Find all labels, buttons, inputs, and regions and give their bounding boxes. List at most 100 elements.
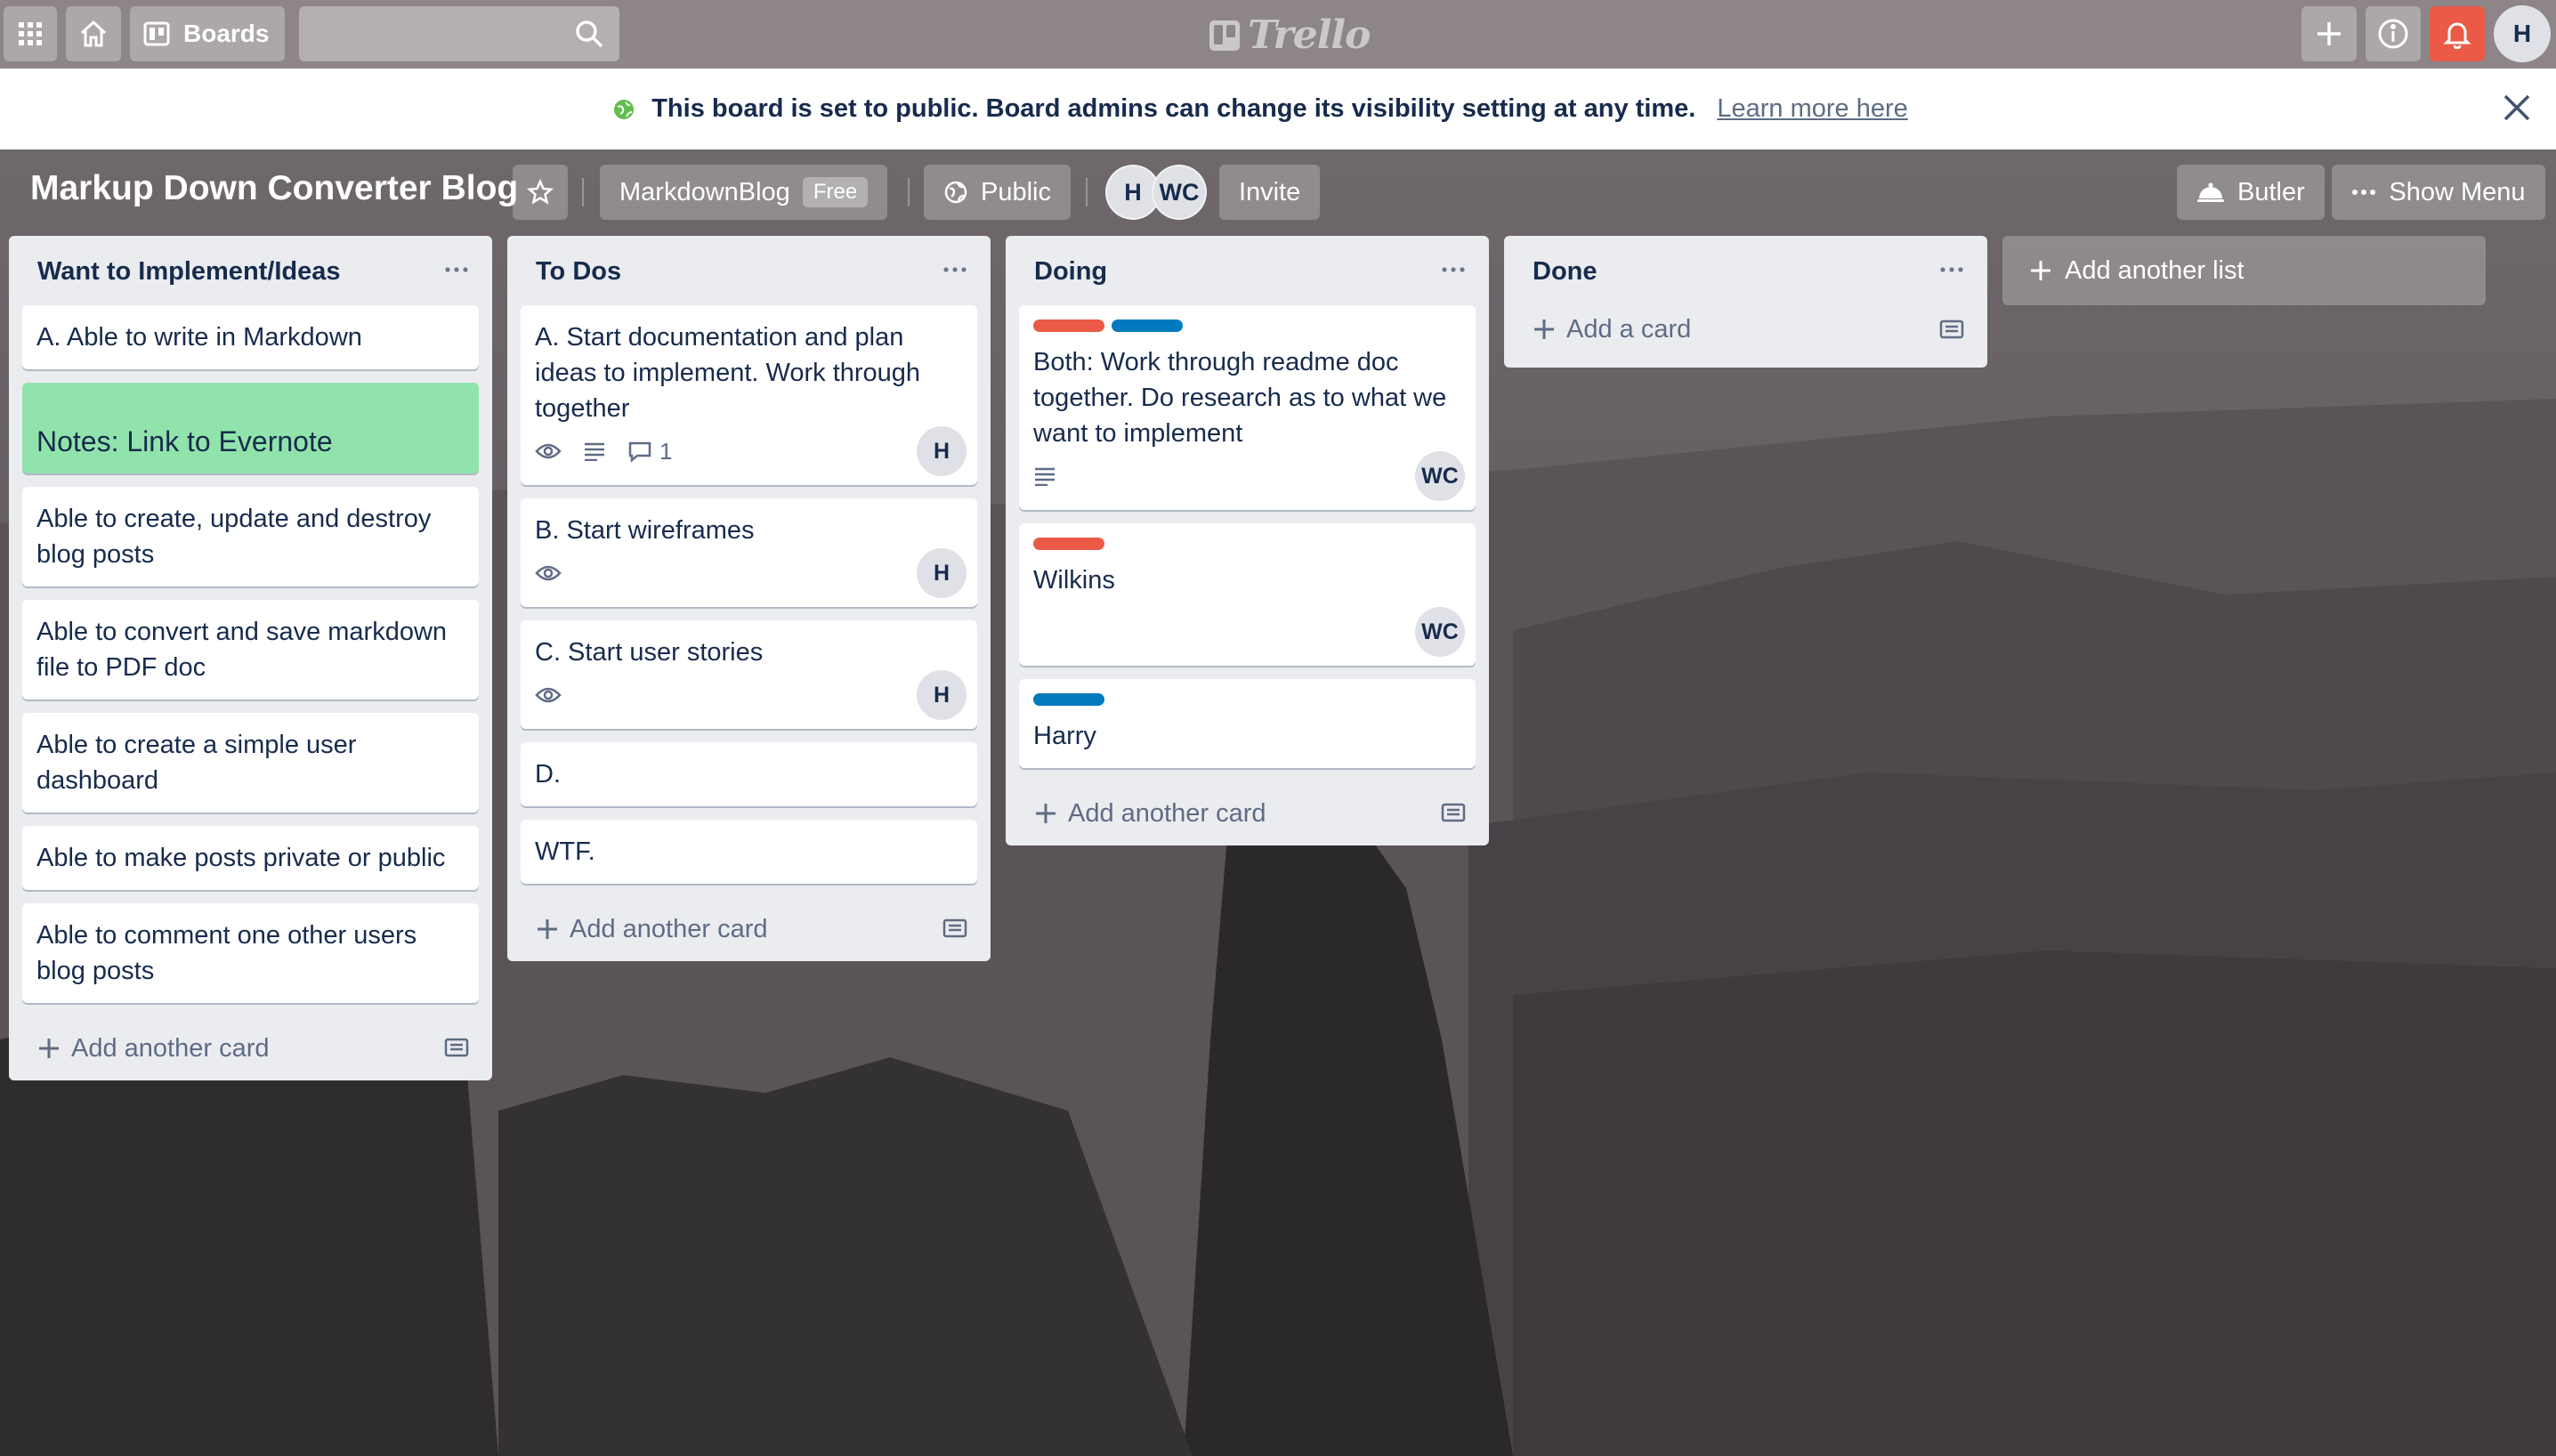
card-title: Harry — [1033, 722, 1096, 750]
boards-label: Boards — [183, 20, 270, 47]
grid-icon — [19, 22, 42, 45]
plus-icon — [538, 919, 557, 939]
list-title[interactable]: Doing — [1034, 257, 1107, 287]
card[interactable]: Able to create, update and destroy blog … — [22, 487, 479, 586]
card-title: A. Start documentation and plan ideas to… — [535, 323, 921, 423]
card-member-avatar[interactable]: WC — [1415, 607, 1465, 657]
card-title: Both: Work through readme doc together. … — [1033, 348, 1447, 448]
card-labels — [1033, 538, 1461, 550]
free-badge: Free — [802, 177, 869, 207]
card-template-icon[interactable] — [1939, 318, 1964, 341]
card[interactable]: Able to create a simple user dashboard — [22, 713, 479, 813]
card[interactable]: D. — [521, 742, 977, 806]
card[interactable]: Able to convert and save markdown file t… — [22, 600, 479, 700]
home-button[interactable] — [66, 6, 121, 61]
notifications-button[interactable] — [2430, 6, 2485, 61]
card[interactable]: Notes: Link to Evernote — [22, 383, 479, 473]
learn-more-link[interactable]: Learn more here — [1717, 94, 1907, 124]
card-title: WTF. — [535, 837, 595, 866]
card-title: Able to comment one other users blog pos… — [36, 921, 417, 985]
plus-icon — [39, 1039, 59, 1058]
card-member-avatar[interactable]: H — [917, 548, 967, 598]
card[interactable]: Wilkins WC — [1019, 523, 1476, 666]
add-card-button[interactable]: Add another card — [1006, 781, 1489, 845]
list-menu-button[interactable] — [439, 255, 474, 284]
header-divider — [1086, 178, 1088, 206]
butler-button[interactable]: Butler — [2177, 165, 2325, 220]
list-header: Doing — [1006, 236, 1489, 305]
plus-icon — [1036, 804, 1056, 823]
board-header: Markup Down Converter Blog MarkdownBlog … — [0, 150, 2556, 233]
banner-message: This board is set to public. Board admin… — [651, 94, 1696, 123]
add-list-button[interactable]: Add another list — [2002, 236, 2486, 305]
plus-icon — [2317, 22, 2341, 45]
trello-logo[interactable]: Trello — [1209, 12, 1371, 58]
add-card-button[interactable]: Add a card — [1504, 291, 1987, 368]
plus-icon — [1534, 320, 1554, 339]
card[interactable]: C. Start user stories H — [521, 620, 977, 729]
team-button[interactable]: MarkdownBlog Free — [600, 165, 888, 220]
label-red[interactable] — [1033, 538, 1104, 550]
search-icon[interactable] — [573, 18, 605, 50]
header-divider — [908, 178, 910, 206]
visibility-button[interactable]: Public — [924, 165, 1071, 220]
more-icon — [2352, 190, 2376, 195]
add-card-button[interactable]: Add another card — [9, 1016, 492, 1080]
bell-icon — [2443, 22, 2471, 49]
board-title[interactable]: Markup Down Converter Blog — [30, 169, 518, 208]
add-card-button[interactable]: Add another card — [507, 897, 991, 961]
card[interactable]: Able to comment one other users blog pos… — [22, 903, 479, 1003]
card[interactable]: B. Start wireframes H — [521, 498, 977, 607]
card-title: Able to make posts private or public — [36, 844, 446, 872]
comment-icon — [628, 441, 651, 463]
star-board-button[interactable] — [513, 165, 568, 220]
member-avatar[interactable]: WC — [1152, 165, 1207, 220]
add-card-label: Add another card — [71, 1033, 270, 1063]
logo-text: Trello — [1248, 12, 1371, 58]
show-menu-button[interactable]: Show Menu — [2332, 165, 2545, 220]
invite-button[interactable]: Invite — [1219, 165, 1321, 220]
list-menu-button[interactable] — [937, 255, 973, 284]
card-labels — [1033, 320, 1461, 332]
card-title: Notes: Link to Evernote — [36, 425, 333, 457]
eye-icon — [535, 565, 562, 581]
card-title: A. Able to write in Markdown — [36, 323, 362, 352]
card-template-icon[interactable] — [1441, 801, 1466, 824]
search-input[interactable] — [299, 6, 619, 61]
card[interactable]: WTF. — [521, 820, 977, 884]
card-template-icon[interactable] — [444, 1036, 469, 1059]
card-template-icon[interactable] — [942, 917, 967, 940]
add-card-label: Add a card — [1566, 314, 1692, 344]
comment-count: 1 — [659, 438, 673, 465]
card[interactable]: Able to make posts private or public — [22, 826, 479, 890]
invite-label: Invite — [1239, 177, 1301, 206]
trello-logo-icon — [1209, 20, 1240, 51]
card-member-avatar[interactable]: H — [917, 670, 967, 720]
butler-label: Butler — [2237, 177, 2305, 206]
user-avatar[interactable]: H — [2494, 5, 2551, 62]
card-member-avatar[interactable]: H — [917, 426, 967, 476]
boards-button[interactable]: Boards — [130, 6, 286, 61]
card[interactable]: A. Start documentation and plan ideas to… — [521, 305, 977, 485]
card-title: D. — [535, 760, 561, 789]
list-title[interactable]: To Dos — [536, 257, 621, 287]
add-card-label: Add another card — [1068, 798, 1266, 828]
list-menu-button[interactable] — [1934, 255, 1970, 284]
card[interactable]: Both: Work through readme doc together. … — [1019, 305, 1476, 510]
apps-button[interactable] — [4, 6, 57, 61]
home-icon — [80, 20, 107, 47]
list-menu-button[interactable] — [1436, 255, 1471, 284]
label-blue[interactable] — [1033, 693, 1104, 706]
globe-icon — [614, 99, 635, 119]
list-title[interactable]: Want to Implement/Ideas — [37, 257, 341, 287]
label-red[interactable] — [1033, 320, 1104, 332]
label-blue[interactable] — [1112, 320, 1183, 332]
card[interactable]: A. Able to write in Markdown — [22, 305, 479, 369]
card-member-avatar[interactable]: WC — [1415, 451, 1465, 501]
info-button[interactable] — [2366, 6, 2421, 61]
close-icon[interactable] — [2501, 92, 2533, 124]
list-want-to-implement: Want to Implement/Ideas A. Able to write… — [9, 236, 492, 1080]
card[interactable]: Harry — [1019, 679, 1476, 768]
list-title[interactable]: Done — [1533, 257, 1598, 287]
create-button[interactable] — [2301, 6, 2357, 61]
